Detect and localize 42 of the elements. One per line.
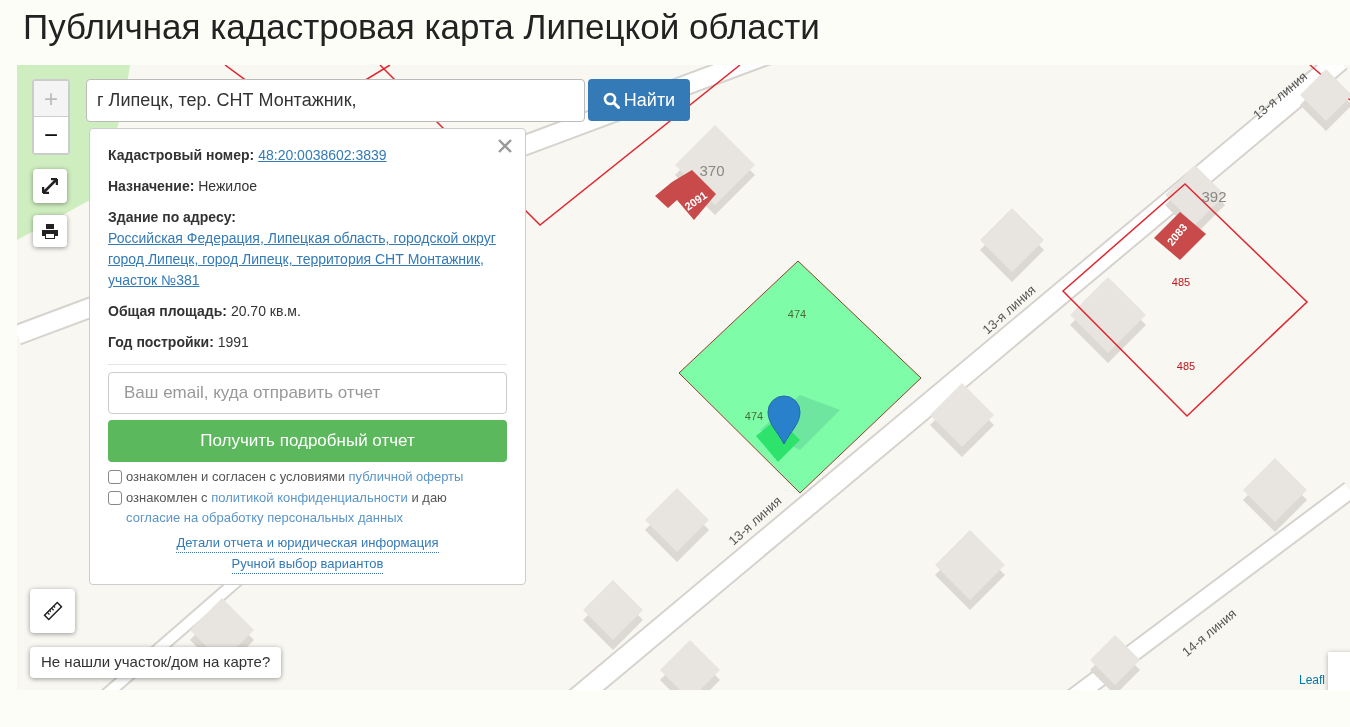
help-button[interactable]: Не нашли участок/дом на карте? (30, 647, 282, 678)
building (1090, 635, 1140, 690)
building (583, 580, 643, 650)
print-button[interactable] (33, 215, 67, 247)
field-label: Здание по адресу: (108, 208, 236, 227)
location-pin-icon (767, 395, 801, 445)
email-field[interactable]: Ваш email, куда отправить отчет (108, 372, 507, 414)
ruler-button[interactable] (30, 589, 75, 633)
consent-link[interactable]: публичной оферты (348, 469, 464, 484)
attribution-link[interactable]: Leafl (1299, 671, 1326, 689)
info-link[interactable]: 48:20:0038602:3839 (258, 145, 387, 166)
close-icon (498, 139, 512, 153)
report-button[interactable]: Получить подробный отчет (108, 420, 507, 462)
building (660, 640, 720, 690)
details-link[interactable]: Детали отчета и юридическая информация (176, 534, 439, 553)
map-label: 485 (1176, 360, 1196, 372)
consent-link[interactable]: согласие на обработку персональных данных (126, 510, 403, 525)
consent-link[interactable]: политикой конфиденциальности (211, 490, 408, 505)
fullscreen-button[interactable] (33, 169, 67, 203)
map-label: 485 (1171, 276, 1191, 288)
map-label: 474 (744, 410, 764, 422)
expand-icon (42, 178, 58, 194)
search-field[interactable]: г Липецк, тер. СНТ Монтажник, (86, 79, 585, 122)
map-label: 474 (787, 308, 807, 320)
consent-text: ознакомлен и согласен с условиями публичной оферты (126, 468, 464, 486)
search-icon (602, 91, 620, 109)
consent-checkbox[interactable] (108, 470, 122, 484)
details-link[interactable]: Ручной выбор вариантов (231, 555, 384, 574)
map[interactable] (17, 65, 1350, 690)
info-field: Год постройки: 1991 (108, 332, 507, 353)
page-title: Публичная кадастровая карта Липецкой области (22, 6, 821, 48)
field-label: Кадастровый номер: (108, 146, 255, 165)
consent-checkbox[interactable] (108, 491, 122, 505)
info-field: Общая площадь: 20.70 кв.м. (108, 301, 507, 322)
search-button[interactable]: Найти (588, 79, 690, 121)
map-label: 370 (699, 162, 725, 179)
info-field: Назначение: Нежилое (108, 176, 507, 197)
consent-text: ознакомлен с политикой конфиденциальности и даю согласие на обработку персональных данных (126, 489, 448, 527)
ruler-icon (42, 601, 63, 621)
printer-icon (42, 223, 58, 239)
map-label: 392 (1201, 188, 1227, 205)
info-link[interactable]: Российская Федерация, Липецкая область, городской округ город Липецк, город Липецк, территория СНТ Монтажник, участок №381 (108, 228, 497, 291)
